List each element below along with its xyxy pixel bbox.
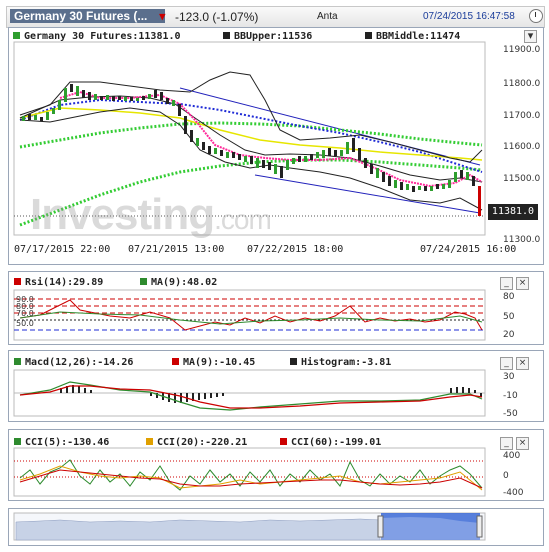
legend-swatch [146, 438, 153, 445]
legend-swatch [172, 358, 179, 365]
rsi-level-label: 50.0 [16, 319, 34, 328]
legend-swatch [14, 438, 21, 445]
rsi-y-tick: 20 [503, 330, 515, 340]
macd-y-tick: -50 [503, 409, 518, 419]
legend-swatch [14, 278, 21, 285]
rsi-y-tick: 80 [503, 292, 515, 302]
last-price-badge: 11381.0 [488, 204, 538, 220]
rsi-close-button[interactable]: × [516, 277, 529, 290]
cci-minimize-button[interactable]: _ [500, 437, 513, 450]
legend-swatch [140, 278, 147, 285]
legend-cci5: CCI(5):-130.46 [14, 437, 109, 448]
macd-y-tick: -10 [503, 391, 518, 401]
cci-y-tick: 0 [503, 471, 509, 481]
x-label: 07/21/2015 13:00 [128, 244, 225, 255]
y-tick: 11500.0 [503, 174, 541, 184]
legend-rsi: Rsi(14):29.89 [14, 277, 103, 288]
x-label: 07/24/2015 16:00 [420, 244, 517, 255]
x-label: 07/22/2015 18:00 [247, 244, 344, 255]
cci-y-tick: -400 [503, 488, 524, 498]
y-tick: 11700.0 [503, 111, 541, 121]
cci-close-button[interactable]: × [516, 437, 529, 450]
macd-y-tick: 30 [503, 372, 515, 382]
x-label: 07/17/2015 22:00 [14, 244, 111, 255]
y-tick: 11600.0 [503, 142, 541, 152]
macd-close-button[interactable]: × [516, 357, 529, 370]
legend-macd: Macd(12,26):-14.26 [14, 357, 133, 368]
y-tick: 11800.0 [503, 79, 541, 89]
legend-rsi-ma: MA(9):48.02 [140, 277, 217, 288]
legend-swatch [14, 358, 21, 365]
cci-y-tick: 400 [503, 451, 521, 461]
legend-cci20: CCI(20):-220.21 [146, 437, 247, 448]
legend-macd-ma: MA(9):-10.45 [172, 357, 255, 368]
macd-minimize-button[interactable]: _ [500, 357, 513, 370]
navigator-panel [8, 508, 544, 546]
legend-histogram: Histogram:-3.81 [290, 357, 391, 368]
y-tick: 11900.0 [503, 45, 541, 55]
investing-watermark: Investing.com [30, 190, 272, 239]
rsi-level-label: 70.0 [16, 309, 34, 318]
rsi-y-tick: 50 [503, 312, 515, 322]
legend-swatch [290, 358, 297, 365]
legend-swatch [280, 438, 287, 445]
rsi-minimize-button[interactable]: _ [500, 277, 513, 290]
legend-cci60: CCI(60):-199.01 [280, 437, 381, 448]
